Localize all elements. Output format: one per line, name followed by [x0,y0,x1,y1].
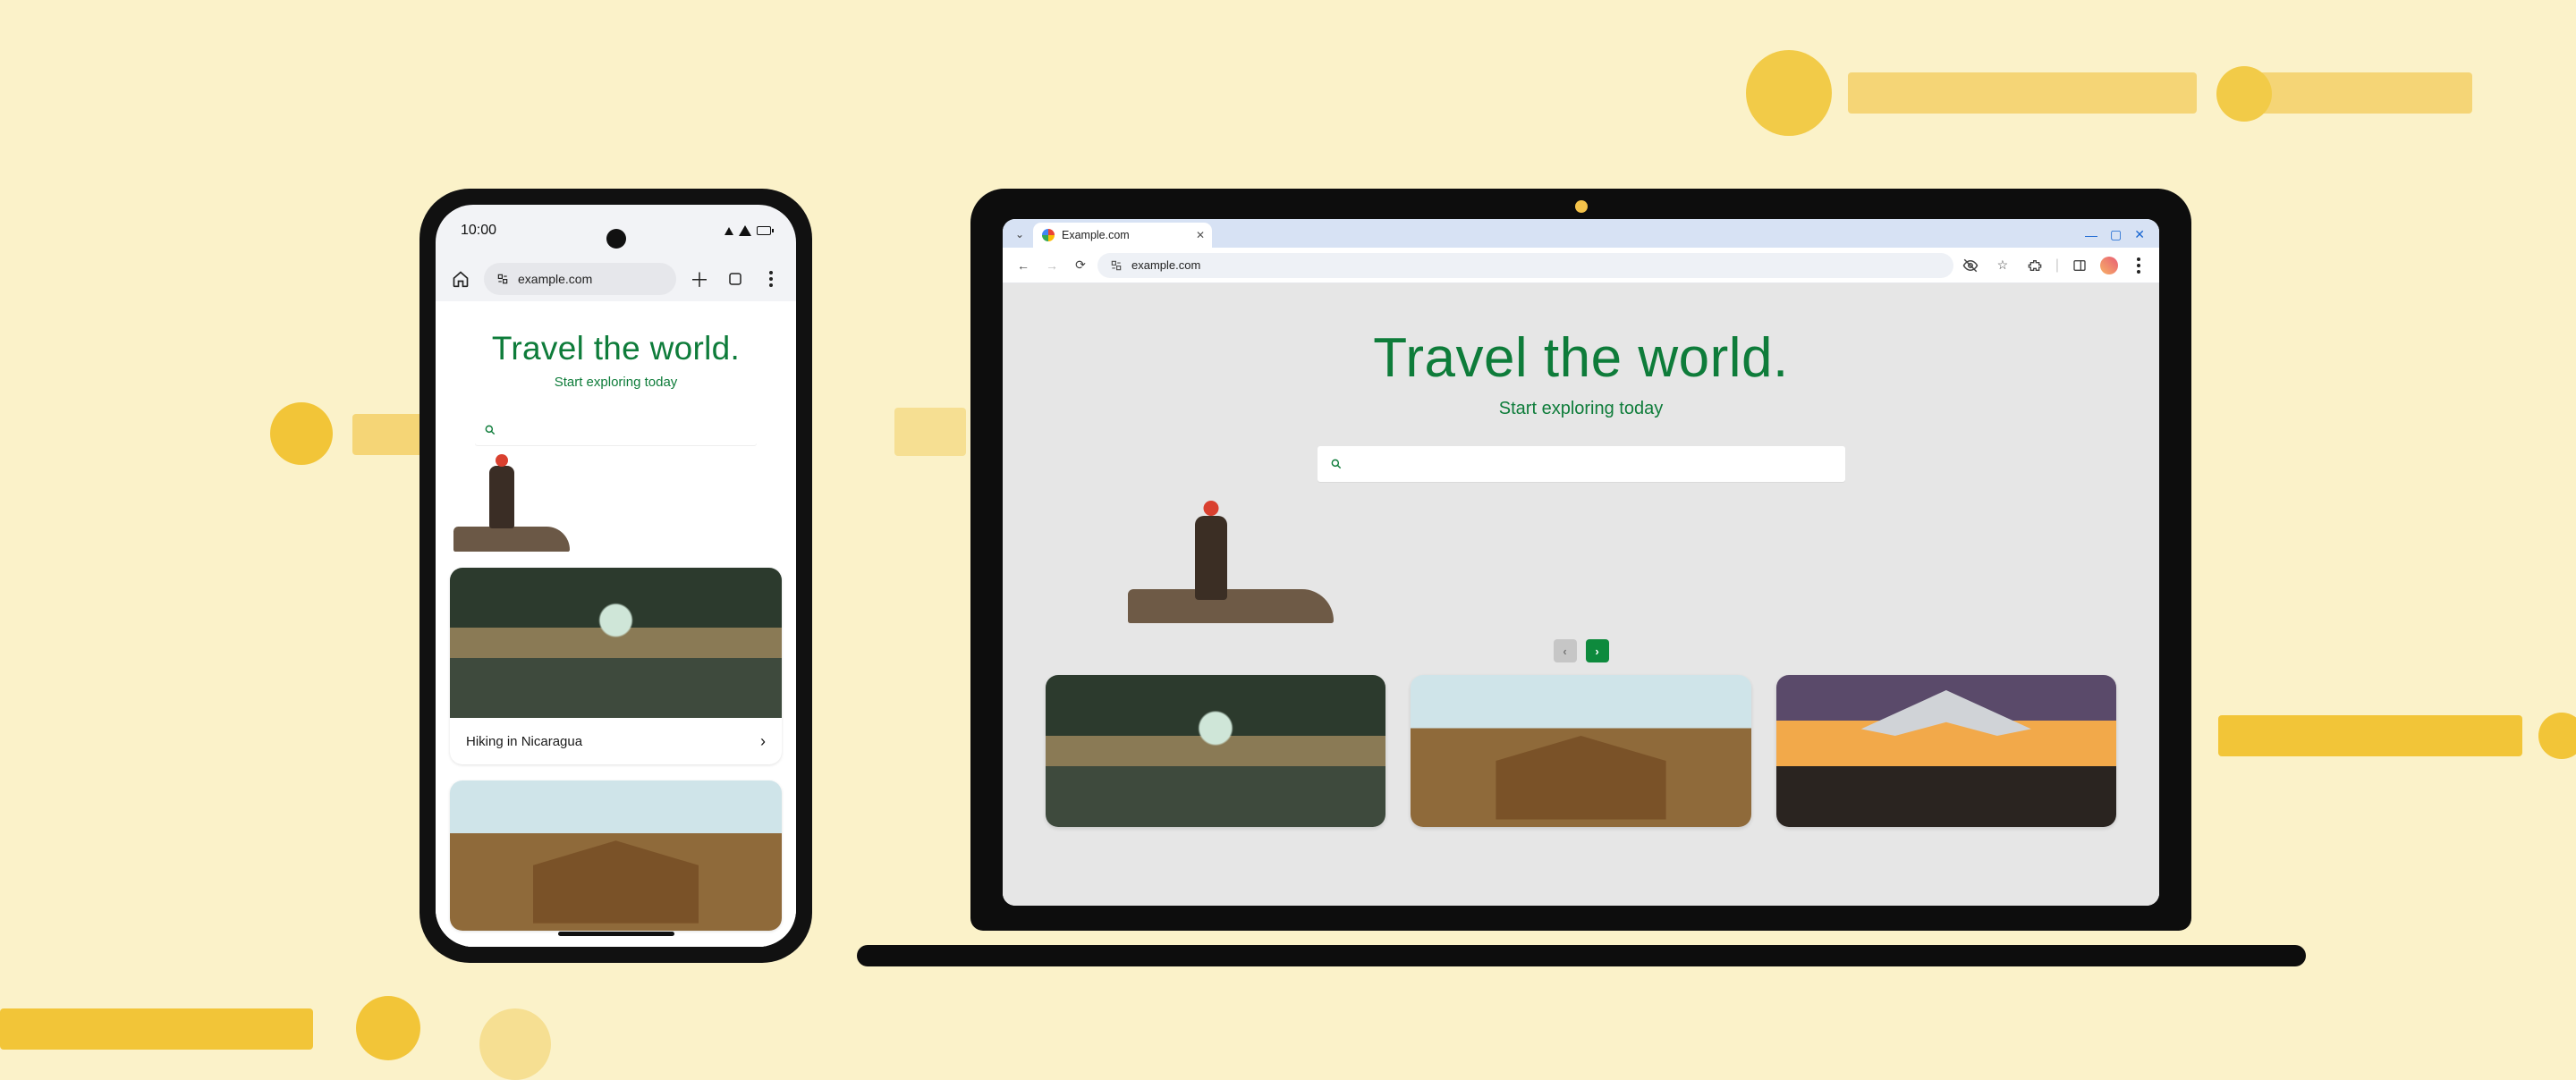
address-bar[interactable]: example.com [1097,253,1953,278]
bookmark-star-icon[interactable]: ☆ [1991,254,2014,277]
site-settings-icon [1110,259,1123,272]
card-image-cabin [450,780,782,931]
overflow-menu-icon[interactable] [2127,254,2150,277]
hero-search-input[interactable] [475,415,756,445]
hero-hiker-graphic [1195,516,1227,600]
carousel-nav: ‹ › [1046,623,2116,675]
carousel-prev-button[interactable]: ‹ [1554,639,1577,662]
new-tab-icon[interactable]: ＋ [687,266,712,291]
window-minimize-icon[interactable]: — [2085,228,2097,242]
destination-card[interactable]: Hiking in Nicaragua › [450,568,782,764]
toolbar-actions: ☆ | [1959,254,2150,277]
toolbar-divider: | [2055,257,2059,274]
home-icon[interactable] [448,266,473,291]
tab-strip: ⌄ Example.com ✕ [1010,223,1212,248]
deco-circle [1746,50,1832,136]
search-icon [1330,458,1343,470]
wifi-icon [724,227,733,235]
carousel-section: ‹ › [1003,623,2159,906]
deco-circle [2538,713,2576,759]
phone-url-text: example.com [518,272,592,286]
tab-title: Example.com [1062,229,1130,241]
status-icons [724,225,771,236]
browser-toolbar: ← → ⟳ example.com ☆ | [1003,248,2159,283]
deco-circle [2216,66,2272,122]
phone-screen: 10:00 example.com ＋ [436,205,796,947]
laptop-webcam [1575,200,1588,213]
tab-search-chevron-icon[interactable]: ⌄ [1010,224,1030,244]
carousel-row [1046,675,2116,827]
search-icon [484,424,496,436]
battery-icon [757,226,771,235]
deco-circle [356,996,420,1060]
tab-close-icon[interactable]: ✕ [1196,229,1205,241]
signal-icon [739,225,751,236]
hero-title: Travel the world. [1373,326,1788,390]
phone-browser-toolbar: example.com ＋ [436,257,796,301]
profile-avatar[interactable] [2100,257,2118,274]
window-controls: — ▢ ✕ [2085,227,2152,248]
laptop-screen: ⌄ Example.com ✕ — ▢ ✕ ← → ⟳ [1003,219,2159,906]
hero-section: Travel the world. Start exploring today [436,301,796,552]
carousel-card-airplane[interactable] [1776,675,2116,827]
phone-camera-notch [606,229,626,249]
carousel-card-cabin[interactable] [1411,675,1750,827]
phone-page-content: Travel the world. Start exploring today … [436,301,796,947]
tabs-icon[interactable] [723,266,748,291]
deco-bar [0,1008,313,1050]
card-label-row: Hiking in Nicaragua › [450,718,782,764]
deco-circle [479,1008,551,1080]
hero-subtitle: Start exploring today [1499,399,1663,419]
deco-circle [270,402,333,465]
incognito-eye-icon[interactable] [1959,254,1982,277]
deco-bar [2218,715,2522,756]
chevron-right-icon: › [760,732,766,751]
phone-device-frame: 10:00 example.com ＋ [419,189,812,963]
url-text: example.com [1131,258,1200,272]
extensions-puzzle-icon[interactable] [2023,254,2046,277]
carousel-card-waterfall[interactable] [1046,675,1385,827]
laptop-base [857,945,2306,966]
phone-home-indicator[interactable] [558,932,674,936]
page-content: Travel the world. Start exploring today … [1003,283,2159,906]
cards-list: Hiking in Nicaragua › [436,552,796,947]
side-panel-icon[interactable] [2068,254,2091,277]
hero-cliff-graphic [1128,589,1334,623]
hero-subtitle: Start exploring today [555,375,678,390]
hero-title: Travel the world. [492,330,740,367]
favicon-icon [1042,229,1055,241]
window-maximize-icon[interactable]: ▢ [2110,227,2122,242]
window-close-icon[interactable]: ✕ [2134,227,2145,242]
browser-tab[interactable]: Example.com ✕ [1033,223,1212,248]
forward-icon[interactable]: → [1040,254,1063,277]
carousel-next-button[interactable]: › [1586,639,1609,662]
card-title: Hiking in Nicaragua [466,734,582,749]
hero-hiker-graphic [489,466,514,528]
hero-cliff-graphic [453,527,570,552]
status-time: 10:00 [461,223,496,239]
reload-icon[interactable]: ⟳ [1069,254,1092,277]
destination-card[interactable] [450,780,782,931]
phone-address-bar[interactable]: example.com [484,263,676,295]
site-settings-icon [496,273,509,285]
card-image-waterfall [450,568,782,718]
deco-bar [894,408,966,456]
back-icon[interactable]: ← [1012,254,1035,277]
hero-search-input[interactable] [1318,446,1845,482]
deco-bar [1848,72,2197,114]
laptop-device-frame: ⌄ Example.com ✕ — ▢ ✕ ← → ⟳ [970,189,2191,966]
hero-section: Travel the world. Start exploring today [1003,283,2159,623]
browser-titlebar: ⌄ Example.com ✕ — ▢ ✕ [1003,219,2159,248]
overflow-menu-icon[interactable] [758,266,784,291]
deco-bar [2258,72,2472,114]
